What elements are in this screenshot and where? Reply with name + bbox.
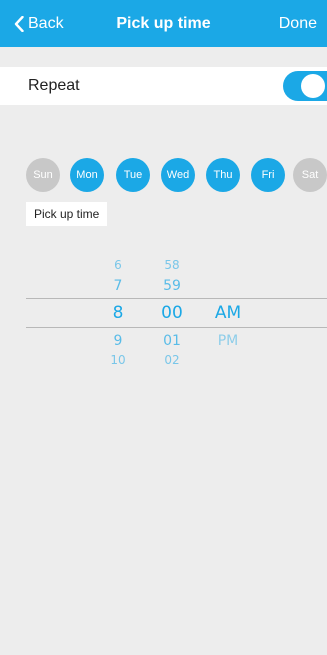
- day-tue[interactable]: Tue: [116, 158, 150, 192]
- time-picker[interactable]: 6 7 8 9 10 58 59 00 01 02 AM PM: [0, 240, 327, 390]
- hour-option[interactable]: 6: [98, 258, 138, 272]
- day-sun[interactable]: Sun: [26, 158, 60, 192]
- repeat-row: Repeat: [0, 67, 327, 105]
- hour-option[interactable]: 10: [98, 353, 138, 367]
- hour-option-selected[interactable]: 8: [98, 303, 138, 323]
- hour-option[interactable]: 9: [98, 333, 138, 349]
- chevron-left-icon: [14, 15, 24, 32]
- day-fri[interactable]: Fri: [251, 158, 285, 192]
- minute-option[interactable]: 02: [152, 353, 192, 367]
- repeat-toggle[interactable]: [283, 71, 327, 101]
- day-mon[interactable]: Mon: [70, 158, 104, 192]
- minute-option-selected[interactable]: 00: [152, 303, 192, 323]
- picker-selection-bottom-line: [26, 327, 327, 328]
- ampm-option-selected[interactable]: AM: [208, 303, 248, 323]
- pickup-time-label: Pick up time: [26, 202, 108, 226]
- hour-option[interactable]: 7: [98, 278, 138, 294]
- ampm-option[interactable]: PM: [208, 333, 248, 349]
- minute-option[interactable]: 58: [152, 258, 192, 272]
- back-label: Back: [28, 14, 64, 32]
- minute-option[interactable]: 59: [152, 278, 192, 294]
- done-button[interactable]: Done: [279, 0, 317, 47]
- minute-option[interactable]: 01: [152, 333, 192, 349]
- repeat-label: Repeat: [28, 77, 80, 94]
- day-thu[interactable]: Thu: [206, 158, 240, 192]
- back-button[interactable]: Back: [14, 0, 64, 47]
- toggle-knob: [301, 74, 325, 98]
- day-wed[interactable]: Wed: [161, 158, 195, 192]
- day-selector: Sun Mon Tue Wed Thu Fri Sat: [0, 158, 327, 196]
- day-sat[interactable]: Sat: [293, 158, 327, 192]
- navigation-bar: Back Pick up time Done: [0, 0, 327, 47]
- picker-selection-top-line: [26, 298, 327, 299]
